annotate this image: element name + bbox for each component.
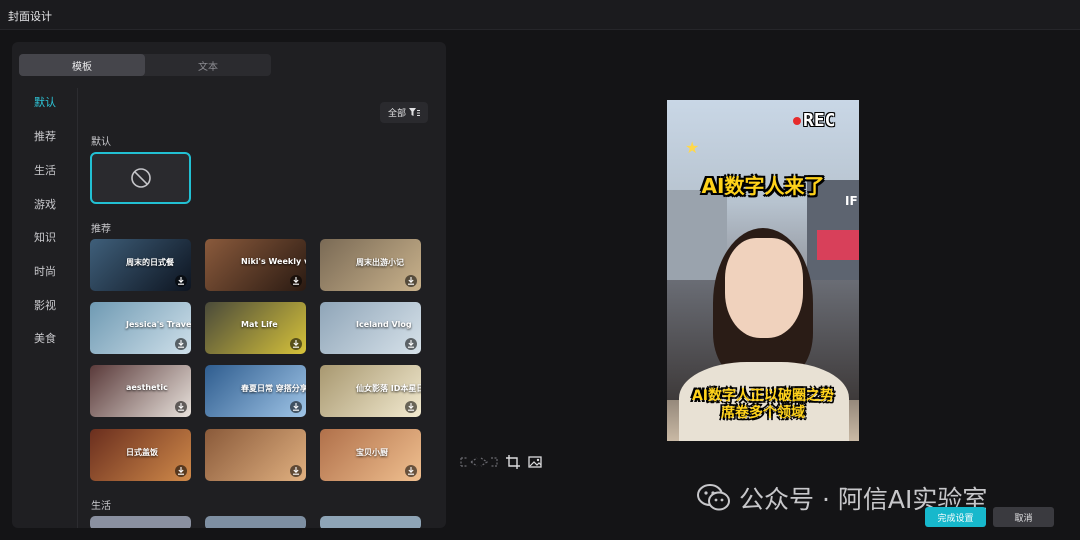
download-icon[interactable] [405, 401, 417, 413]
section-recommend-label: 推荐 [91, 224, 111, 235]
category-sidebar: 默认 推荐 生活 游戏 知识 时尚 影视 美食 [12, 88, 78, 528]
template-thumb[interactable]: Iceland Vlog [320, 302, 421, 354]
download-icon[interactable] [175, 465, 187, 477]
template-caption: Jessica's Travel Vlog [126, 320, 191, 329]
template-caption: 周末的日式餐 [126, 258, 174, 267]
tab-text[interactable]: 文本 [145, 54, 271, 76]
download-icon[interactable] [405, 338, 417, 350]
cancel-button[interactable]: 取消 [993, 507, 1054, 527]
template-thumb[interactable]: Niki's Weekly vlog [205, 239, 306, 291]
category-fashion[interactable]: 时尚 [12, 263, 78, 279]
confirm-button[interactable]: 完成设置 [925, 507, 986, 527]
template-caption: 仙女影落 ID本星日记 [356, 384, 421, 393]
template-thumb[interactable] [205, 516, 306, 528]
template-caption: 宝贝小厨 [356, 448, 388, 457]
section-life-label: 生活 [91, 501, 111, 512]
template-caption: 周末出游小记 [356, 258, 404, 267]
category-food[interactable]: 美食 [12, 330, 78, 346]
category-film[interactable]: 影视 [12, 297, 78, 313]
template-caption: 春夏日常 穿搭分享 [241, 384, 306, 393]
filter-icon [409, 108, 420, 116]
template-thumb[interactable]: 周末出游小记 [320, 239, 421, 291]
digital-human-face [725, 238, 803, 338]
template-caption: 日式盖饭 [126, 448, 158, 457]
no-template-icon [130, 168, 151, 188]
category-knowledge[interactable]: 知识 [12, 229, 78, 245]
template-content: 全部 默认 推荐 周末的日式餐 Niki's Weekly vlog 周末出游小记 J… [79, 88, 446, 528]
title-bar: 封面设计 [0, 0, 1080, 30]
filter-label: 全部 [387, 109, 406, 119]
template-thumb[interactable]: Jessica's Travel Vlog [90, 302, 191, 354]
star-sticker-icon: ★ [685, 138, 700, 157]
template-thumb[interactable]: 日式盖饭 [90, 429, 191, 481]
rec-dot-icon [793, 117, 801, 125]
replace-image-icon[interactable] [527, 454, 543, 470]
crop-icon[interactable] [505, 454, 521, 470]
wechat-icon [697, 484, 730, 511]
download-icon[interactable] [290, 401, 302, 413]
section-default-label: 默认 [91, 137, 111, 148]
category-default[interactable]: 默认 [12, 94, 78, 110]
panel-tabs: 模板 文本 [19, 54, 271, 76]
template-thumb[interactable] [205, 429, 306, 481]
template-caption: Niki's Weekly vlog [241, 257, 306, 266]
cover-headline[interactable]: AI数字人来了 [667, 170, 859, 199]
download-icon[interactable] [290, 338, 302, 350]
download-icon[interactable] [405, 275, 417, 287]
rec-label: REC [803, 110, 836, 131]
template-caption: Iceland Vlog [356, 320, 412, 329]
tab-template[interactable]: 模板 [19, 54, 145, 76]
filter-button[interactable]: 全部 [380, 102, 428, 123]
template-caption: aesthetic [126, 383, 168, 392]
billboard [817, 230, 859, 260]
download-icon[interactable] [175, 275, 187, 287]
category-life[interactable]: 生活 [12, 162, 78, 178]
template-caption: Mat Life [241, 320, 278, 329]
download-icon[interactable] [290, 465, 302, 477]
ratio-icon[interactable] [459, 454, 499, 470]
template-thumb[interactable]: 宝贝小厨 [320, 429, 421, 481]
category-game[interactable]: 游戏 [12, 196, 78, 212]
download-icon[interactable] [175, 401, 187, 413]
category-recommend[interactable]: 推荐 [12, 128, 78, 144]
download-icon[interactable] [405, 465, 417, 477]
cover-template-panel: 模板 文本 默认 推荐 生活 游戏 知识 时尚 影视 美食 全部 默认 推荐 周… [12, 42, 446, 528]
template-thumb[interactable] [90, 516, 191, 528]
no-template-card[interactable] [90, 152, 191, 204]
cover-preview: ★ REC IF AI数字人来了 AI数字人正以破圈之势 席卷多个领域 [667, 100, 859, 441]
template-thumb[interactable]: 周末的日式餐 [90, 239, 191, 291]
download-icon[interactable] [175, 338, 187, 350]
template-thumb[interactable]: 春夏日常 穿搭分享 [205, 365, 306, 417]
template-thumb[interactable]: 仙女影落 ID本星日记 [320, 365, 421, 417]
template-thumb[interactable]: aesthetic [90, 365, 191, 417]
download-icon[interactable] [290, 275, 302, 287]
preview-toolbar [459, 453, 543, 471]
template-thumb[interactable] [320, 516, 421, 528]
template-thumb[interactable]: Mat Life [205, 302, 306, 354]
cover-subline-2[interactable]: 席卷多个领域 [667, 402, 859, 422]
window-title: 封面设计 [8, 10, 52, 23]
